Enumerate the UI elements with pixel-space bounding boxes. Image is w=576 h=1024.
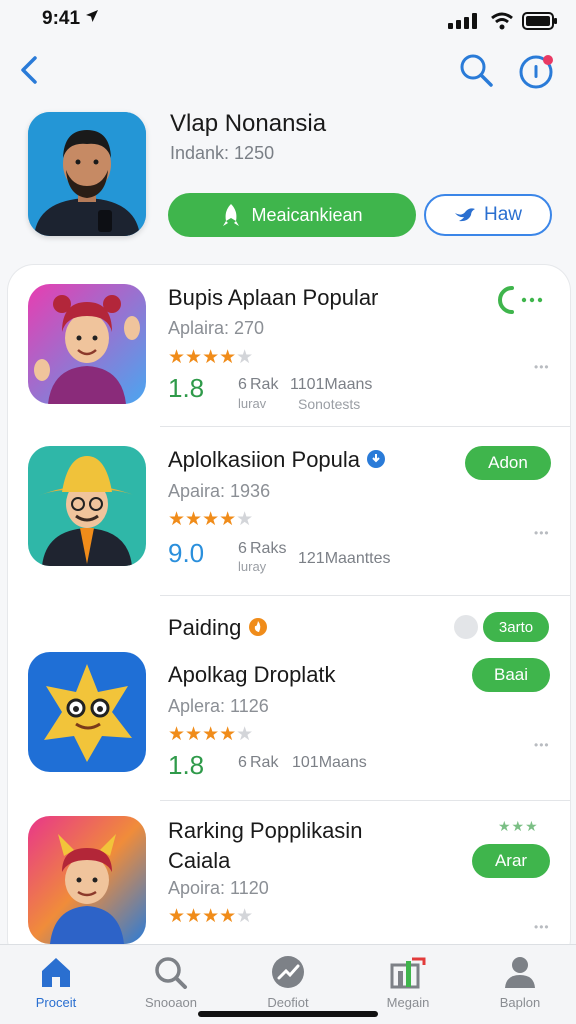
fire-badge-icon [248, 618, 267, 636]
rating-count: 6 [238, 540, 247, 557]
rating-value: 1.8 [168, 373, 205, 403]
tab-profile[interactable]: Baplon [470, 955, 570, 1015]
loading-icon[interactable] [498, 282, 550, 318]
signal-icon [448, 13, 477, 29]
hero-title: Vlap Nonansia [170, 110, 327, 137]
app-title-line2: Caiala [168, 848, 231, 873]
tab-label: Deofiot [267, 995, 309, 1010]
app-icon [28, 446, 146, 566]
meta-quaternary: Sonotests [298, 396, 361, 412]
chart-icon [390, 957, 426, 989]
bird-icon [454, 208, 475, 222]
hero-subtitle: Indank: 1250 [170, 143, 275, 163]
meta-primary: Rak [250, 754, 279, 771]
navigation-bar [0, 44, 576, 96]
meta-tertiary: 101Maans [292, 754, 367, 771]
app-title: Bupis Aplaan Popular [168, 285, 379, 310]
tab-label: Proceit [35, 995, 77, 1010]
star-rating: ★★★★★ [168, 509, 254, 530]
secondary-action-label: Haw [483, 204, 522, 225]
info-button[interactable] [518, 52, 556, 90]
tab-label: Snooaon [144, 995, 198, 1010]
back-button[interactable] [14, 52, 44, 88]
app-subtitle: Aplera: 1126 [168, 696, 269, 716]
info-icon [519, 55, 553, 89]
tab-home[interactable]: Proceit [6, 955, 106, 1015]
meta-tertiary: 121Maanttes [298, 550, 391, 567]
location-arrow-icon [86, 10, 99, 22]
divider [160, 426, 570, 427]
search-icon [155, 957, 187, 989]
search-button[interactable] [458, 52, 494, 88]
tab-trending[interactable]: Deofiot [238, 955, 338, 1015]
battery-icon [522, 12, 557, 30]
app-icon [28, 652, 146, 772]
primary-action-button[interactable]: Meaicankiean [168, 193, 416, 237]
search-icon [460, 54, 493, 87]
profile-icon [505, 957, 535, 988]
verified-badge-icon [367, 450, 386, 468]
star-mini-icon: ★★★ [498, 818, 539, 834]
section-action-button[interactable]: 3arto [483, 612, 549, 642]
app-title: Apolkag Droplatk [168, 662, 336, 687]
app-subtitle: Apaira: 1936 [168, 481, 271, 501]
divider [160, 595, 570, 596]
more-icon[interactable]: ••• [534, 738, 550, 752]
rating-count: 6 [238, 376, 247, 393]
star-rating: ★★★★★ [168, 724, 254, 745]
primary-action-label: Meaicankiean [251, 204, 363, 225]
star-rating: ★★★★★ [168, 347, 254, 368]
get-button[interactable]: Arar [472, 844, 550, 878]
star-rating: ★★★★★ [168, 906, 254, 927]
meta-primary: Raks [250, 540, 287, 557]
divider [160, 800, 570, 801]
rocket-icon [223, 204, 240, 226]
app-subtitle: Apoira: 1120 [168, 878, 269, 898]
tab-search[interactable]: Snooaon [121, 955, 221, 1015]
meta-tertiary: 1101Maans [290, 376, 373, 393]
tab-label: Baplon [499, 995, 541, 1010]
chat-bubble-icon[interactable] [454, 615, 478, 639]
secondary-action-button[interactable]: Haw [424, 194, 552, 236]
get-button[interactable]: Baai [472, 658, 550, 692]
more-icon[interactable]: ••• [534, 360, 550, 374]
tab-stats[interactable]: Megain [358, 955, 458, 1015]
app-icon [28, 284, 146, 404]
wifi-icon [491, 12, 513, 30]
chevron-left-icon [21, 56, 37, 84]
app-title: Rarking Popplikasin [168, 818, 363, 843]
rating-value: 1.8 [168, 750, 205, 780]
status-time: 9:41 [42, 8, 99, 30]
more-icon[interactable]: ••• [534, 920, 550, 934]
trending-icon [272, 956, 304, 988]
app-title: Aplolkasiion Popula [168, 447, 386, 473]
home-indicator [198, 1011, 378, 1017]
home-icon [42, 958, 70, 987]
rating-value: 9.0 [168, 538, 205, 568]
add-button[interactable]: Adon [465, 446, 551, 480]
section-label: Paiding [168, 615, 268, 641]
rating-count: 6 [238, 754, 247, 771]
meta-secondary: luray [238, 559, 267, 574]
app-subtitle: Aplaira: 270 [168, 318, 265, 338]
app-icon [28, 816, 146, 944]
status-bar: 9:41 [0, 0, 576, 40]
meta-secondary: lurav [238, 396, 267, 411]
more-icon[interactable]: ••• [534, 526, 550, 540]
hero-app-icon[interactable] [28, 112, 146, 236]
tab-label: Megain [386, 995, 430, 1010]
meta-primary: Rak [250, 376, 279, 393]
